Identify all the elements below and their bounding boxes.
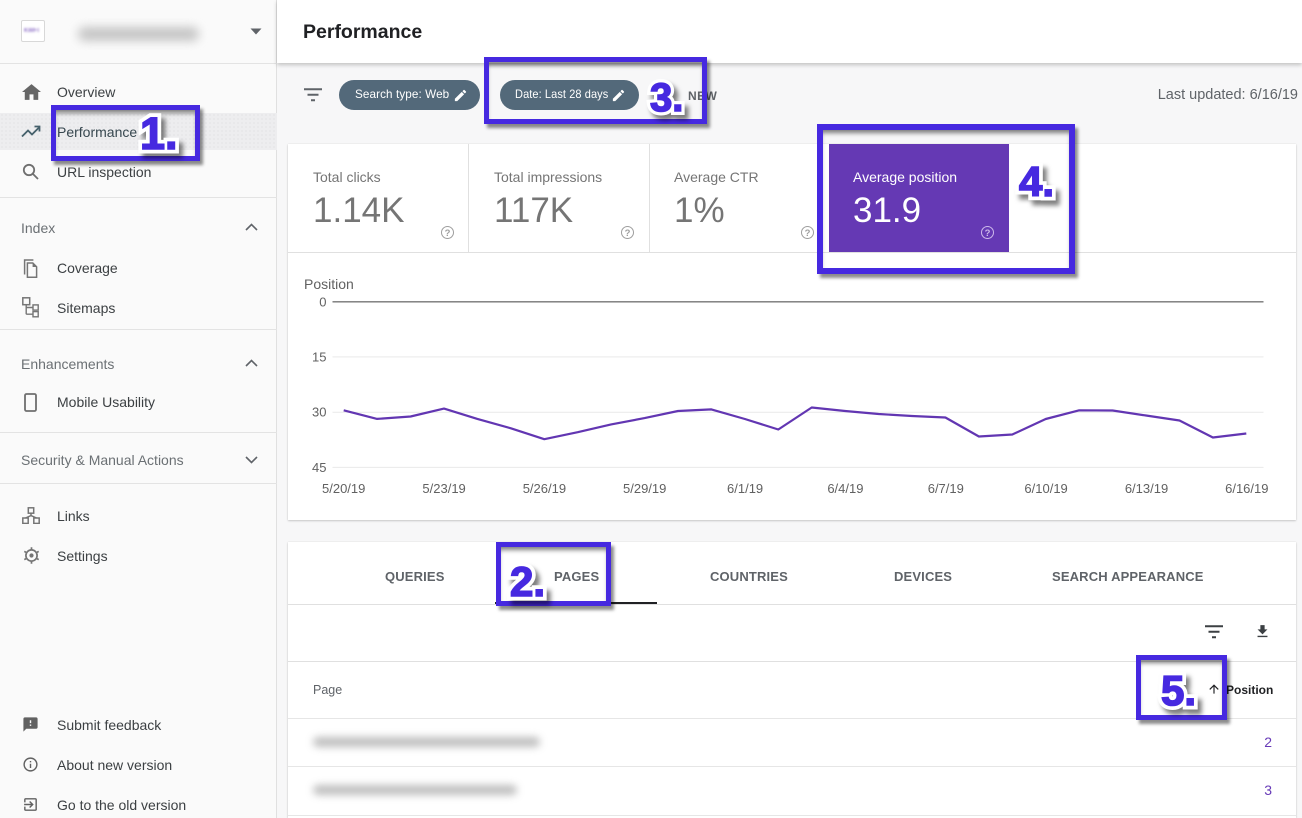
svg-text:5/26/19: 5/26/19 (523, 481, 566, 496)
svg-text:6/13/19: 6/13/19 (1125, 481, 1168, 496)
svg-text:6/16/19: 6/16/19 (1225, 481, 1268, 496)
svg-text:6/7/19: 6/7/19 (928, 481, 964, 496)
svg-text:5/29/19: 5/29/19 (623, 481, 666, 496)
svg-text:30: 30 (312, 405, 326, 420)
svg-text:6/1/19: 6/1/19 (727, 481, 763, 496)
svg-text:3.: 3. (650, 76, 683, 120)
svg-text:4.: 4. (1019, 158, 1054, 205)
svg-text:15: 15 (312, 349, 326, 364)
svg-text:6/4/19: 6/4/19 (827, 481, 863, 496)
svg-text:5.: 5. (1161, 667, 1196, 714)
svg-text:Position: Position (304, 276, 354, 292)
svg-text:5/23/19: 5/23/19 (422, 481, 465, 496)
svg-text:6/10/19: 6/10/19 (1024, 481, 1067, 496)
svg-text:2.: 2. (510, 558, 545, 605)
svg-text:0: 0 (319, 294, 326, 309)
svg-text:5/20/19: 5/20/19 (322, 481, 365, 496)
svg-text:1.: 1. (140, 108, 178, 159)
svg-text:45: 45 (312, 460, 326, 475)
